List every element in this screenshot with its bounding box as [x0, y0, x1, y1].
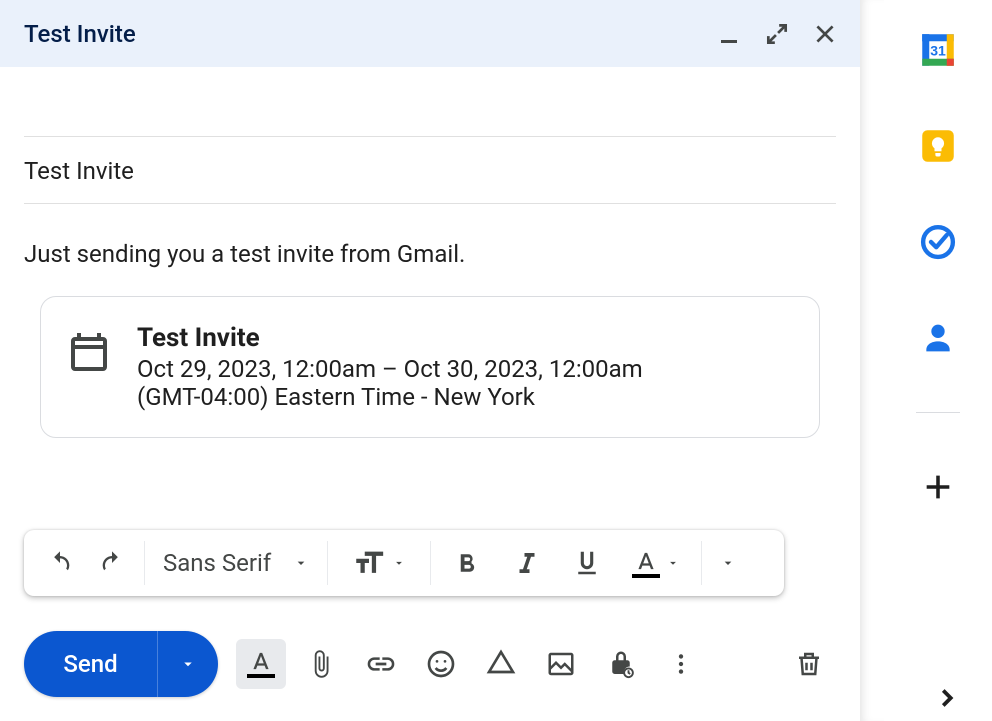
side-divider [916, 412, 960, 413]
send-button[interactable]: Send [24, 631, 158, 697]
event-timezone: (GMT-04:00) Eastern Time - New York [137, 383, 643, 411]
send-button-group: Send [24, 631, 218, 697]
discard-draft-button[interactable] [784, 639, 834, 689]
body-text[interactable]: Just sending you a test invite from Gmai… [24, 204, 836, 272]
redo-button[interactable] [86, 536, 138, 590]
text-color-dropdown[interactable] [617, 536, 695, 590]
calendar-icon [65, 329, 115, 379]
insert-drive-button[interactable] [476, 639, 526, 689]
side-panel: 31 [884, 0, 992, 721]
more-options-button[interactable] [656, 639, 706, 689]
close-button[interactable] [806, 15, 844, 53]
get-addons-button[interactable] [916, 465, 960, 509]
minimize-button[interactable] [710, 15, 748, 53]
italic-button[interactable] [497, 536, 557, 590]
svg-text:31: 31 [930, 42, 946, 58]
tasks-app-icon[interactable] [916, 220, 960, 264]
subject-field[interactable]: Test Invite [24, 137, 836, 204]
insert-emoji-button[interactable] [416, 639, 466, 689]
compose-title-bar: Test Invite [0, 0, 860, 67]
undo-button[interactable] [34, 536, 86, 590]
font-family-label: Sans Serif [163, 549, 271, 577]
event-title: Test Invite [137, 323, 643, 353]
confidential-mode-button[interactable] [596, 639, 646, 689]
attach-file-button[interactable] [296, 639, 346, 689]
formatting-options-button[interactable] [236, 639, 286, 689]
calendar-event-card[interactable]: Test Invite Oct 29, 2023, 12:00am – Oct … [40, 296, 820, 438]
bold-button[interactable] [437, 536, 497, 590]
insert-photo-button[interactable] [536, 639, 586, 689]
compose-title: Test Invite [24, 20, 136, 48]
font-family-dropdown[interactable]: Sans Serif [151, 536, 321, 590]
insert-link-button[interactable] [356, 639, 406, 689]
calendar-app-icon[interactable]: 31 [916, 28, 960, 72]
font-size-dropdown[interactable] [334, 536, 424, 590]
underline-button[interactable] [557, 536, 617, 590]
compose-window: Test Invite Test Invite Just sending you… [0, 0, 860, 721]
expand-button[interactable] [758, 15, 796, 53]
contacts-app-icon[interactable] [916, 316, 960, 360]
compose-action-bar: Send [24, 631, 834, 697]
send-options-dropdown[interactable] [158, 631, 218, 697]
more-formatting-dropdown[interactable] [708, 536, 748, 590]
keep-app-icon[interactable] [916, 124, 960, 168]
collapse-side-panel-button[interactable] [932, 683, 962, 713]
formatting-toolbar: Sans Serif [24, 530, 784, 596]
event-time: Oct 29, 2023, 12:00am – Oct 30, 2023, 12… [137, 355, 643, 383]
recipients-field[interactable] [24, 67, 836, 137]
